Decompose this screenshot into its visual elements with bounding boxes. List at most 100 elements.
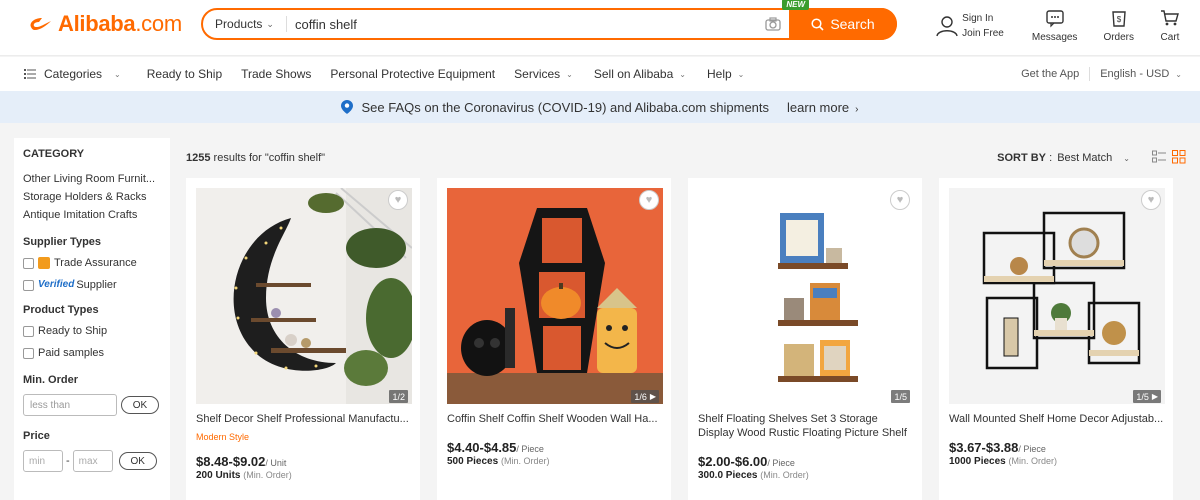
image-counter: 1/6 ▶ [631,390,659,403]
moq-value: 1000 Pieces [949,456,1006,467]
sign-in-label[interactable]: Sign In [962,11,1004,26]
product-title[interactable]: Coffin Shelf Coffin Shelf Wooden Wall Ha… [447,412,663,426]
product-card[interactable]: ♥ 1/5 ▶ Wall Mounted Shelf Home Decor Adj… [939,178,1173,500]
search-category-dropdown[interactable]: Products ⌄ [203,16,287,32]
sign-in-link[interactable]: Sign In Join Free [936,8,1004,43]
image-counter-text: 1/6 [634,391,647,402]
favorite-heart-icon[interactable]: ♥ [388,190,408,210]
product-image[interactable] [698,188,914,404]
product-title[interactable]: Shelf Floating Shelves Set 3 Storage Dis… [698,412,914,440]
price-range: $4.40-$4.85 [447,440,517,455]
min-order-qty: 1000 Pieces (Min. Order) [949,456,1057,467]
get-app-link[interactable]: Get the App [1021,68,1079,80]
min-order-qty: 500 Pieces (Min. Order) [447,456,549,467]
nav-help[interactable]: Help ⌄ [707,67,744,81]
chevron-down-icon: ⌄ [566,69,573,79]
category-item[interactable]: Other Living Room Furnit... [23,170,161,188]
checkbox[interactable] [23,347,34,359]
trade-assurance-filter[interactable]: Trade Assurance [23,256,161,270]
message-icon [1045,10,1064,28]
checkbox[interactable] [23,325,34,337]
alibaba-logo[interactable]: Alibaba.com [28,11,182,36]
nav-label: Sell on Alibaba [593,67,674,81]
price-min-input[interactable]: min [23,450,63,472]
product-tag: Modern Style [196,432,250,442]
product-title-text: Coffin Shelf Coffin Shelf Wooden Wall Ha… [447,413,658,425]
divider [1089,67,1091,81]
orders-label: Orders [1103,32,1134,43]
orders-link[interactable]: $ Orders [1103,8,1134,43]
product-title-text-line2: Display Wood Rustic Floating Picture She… [698,427,907,439]
moq-value: 500 Pieces [447,456,499,467]
price-unit: / Unit [265,458,287,468]
min-order-input[interactable]: less than [23,394,117,416]
language-currency-selector[interactable]: English - USD [1100,68,1169,80]
cart-link[interactable]: Cart [1160,8,1180,43]
product-title[interactable]: Shelf Decor Shelf Professional Manufactu… [196,412,412,426]
sort-dropdown[interactable]: SORT BY : Best Match ⌄ [997,152,1130,164]
favorite-heart-icon[interactable]: ♥ [890,190,910,210]
nav-ppe[interactable]: Personal Protective Equipment [330,67,495,81]
image-counter: 1/5 [891,390,910,403]
sort-by-label: SORT BY [997,152,1047,164]
favorite-heart-icon[interactable]: ♥ [1141,190,1161,210]
category-item[interactable]: Antique Imitation Crafts [23,206,161,224]
product-title[interactable]: Wall Mounted Shelf Home Decor Adjustab..… [949,412,1165,426]
product-price: $2.00-$6.00/ Piece [698,454,795,469]
chevron-down-icon: ⌄ [1175,69,1182,79]
price-ok-button[interactable]: OK [118,452,157,470]
camera-icon[interactable] [757,10,789,38]
learn-more-link[interactable]: learn more › [787,100,858,115]
product-image[interactable] [447,188,663,404]
favorite-heart-icon[interactable]: ♥ [639,190,659,210]
chevron-down-icon: ⌄ [114,69,121,79]
nav-ready-to-ship[interactable]: Ready to Ship [147,67,222,81]
category-nav: Categories ⌄ Ready to Ship Trade Shows P… [0,57,1200,91]
ready-to-ship-filter[interactable]: Ready to Ship [23,324,161,338]
verified-supplier-filter[interactable]: Verified Supplier [23,278,161,292]
learn-more-label: learn more [787,99,850,115]
price-range: $3.67-$3.88 [949,440,1019,455]
price-max-input[interactable]: max [72,450,113,472]
chevron-down-icon: ⌄ [266,18,274,29]
trade-assurance-label: Trade Assurance [54,257,137,269]
paid-samples-filter[interactable]: Paid samples [23,346,161,360]
product-types-title: Product Types [23,304,99,316]
categories-menu[interactable]: Categories ⌄ [24,67,121,81]
trade-assurance-icon [38,257,50,269]
join-free-label[interactable]: Join Free [962,26,1004,41]
menu-icon [24,69,36,79]
product-title-text: Shelf Floating Shelves Set 3 Storage [698,413,878,425]
nav-sell-on-alibaba[interactable]: Sell on Alibaba ⌄ [594,67,686,81]
price-unit: / Piece [516,444,544,454]
category-item[interactable]: Storage Holders & Racks [23,188,161,206]
product-card[interactable]: ♥ 1/2 Shelf Decor Shelf Professional Man… [186,178,420,500]
price-title: Price [23,430,50,442]
price-range: $2.00-$6.00 [698,454,768,469]
logo-suffix: .com [135,11,182,36]
product-image[interactable] [949,188,1165,404]
covid-banner-text: See FAQs on the Coronavirus (COVID-19) a… [361,99,770,115]
min-order-ok-button[interactable]: OK [121,396,159,414]
product-card[interactable]: ♥ 1/5 Shelf Floating Shelves Set 3 Stora… [688,178,922,500]
price-unit: / Piece [767,458,795,468]
top-header: Alibaba.com Products ⌄ NEW Search Sign I… [0,0,1200,56]
alibaba-logo-icon [30,18,51,30]
nav-services[interactable]: Services ⌄ [514,67,573,81]
checkbox[interactable] [23,257,34,269]
product-card[interactable]: ♥ 1/6 ▶ Coffin Shelf Coffin Shelf Wooden … [437,178,671,500]
chevron-down-icon: ⌄ [679,69,686,79]
product-image[interactable] [196,188,412,404]
search-input[interactable] [287,10,757,38]
messages-link[interactable]: Messages [1032,8,1077,43]
search-button[interactable]: NEW Search [782,0,897,40]
user-icon [936,15,958,36]
checkbox[interactable] [23,279,34,291]
grid-view-icon[interactable] [1172,150,1186,164]
nav-trade-shows[interactable]: Trade Shows [241,67,311,81]
search-category-label: Products [215,17,263,31]
min-order-title: Min. Order [23,374,79,386]
filter-sidebar: CATEGORY Other Living Room Furnit... Sto… [14,138,170,500]
moq-value: 300.0 Pieces [698,470,758,481]
list-view-icon[interactable] [1152,150,1166,164]
